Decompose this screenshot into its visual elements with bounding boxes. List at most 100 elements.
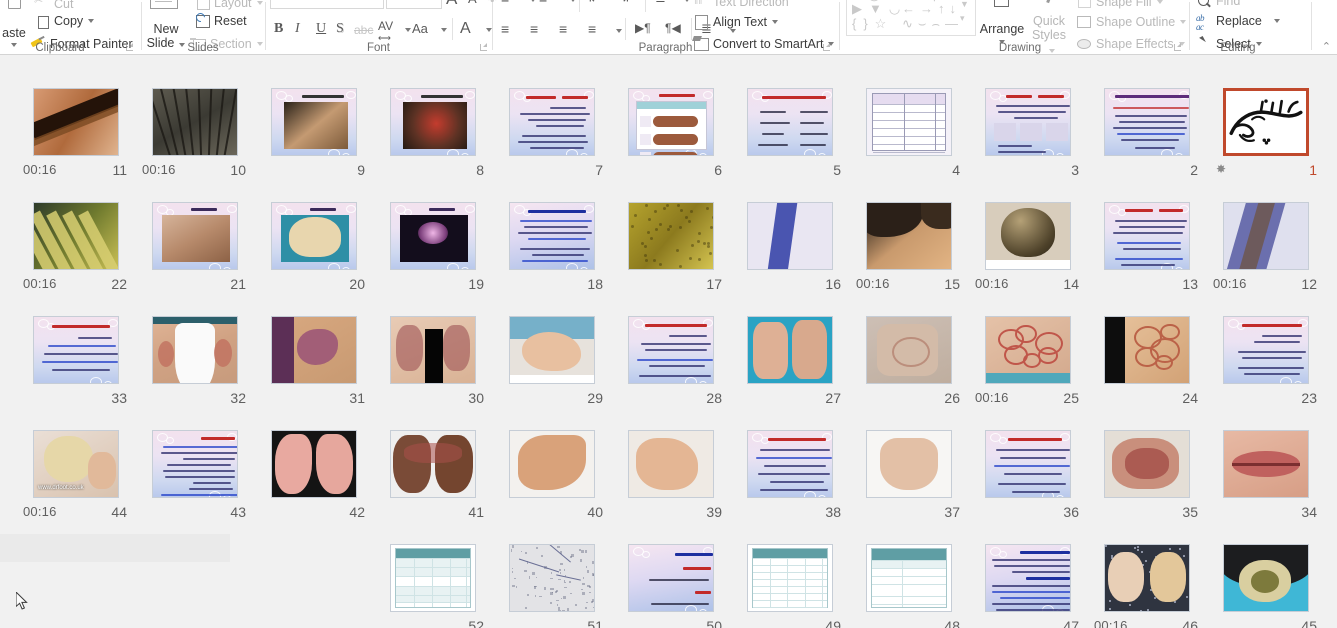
font-dialog-launcher[interactable] (480, 43, 489, 52)
slide-thumbnail-41[interactable] (390, 430, 476, 498)
slide-thumbnail-30[interactable] (390, 316, 476, 384)
slide-thumbnail-14[interactable] (985, 202, 1071, 270)
slide-thumbnail-cell[interactable]: 8 (378, 88, 488, 182)
shrink-font-button[interactable]: A (468, 0, 477, 5)
slide-thumbnail-10[interactable] (152, 88, 238, 156)
slide-thumbnail-26[interactable] (866, 316, 952, 384)
slide-thumbnail-8[interactable] (390, 88, 476, 156)
slide-thumbnail-cell[interactable]: 7 (497, 88, 607, 182)
slide-thumbnail-4[interactable] (866, 88, 952, 156)
slide-thumbnail-cell[interactable]: 52 (378, 544, 488, 628)
slide-thumbnail-43[interactable] (152, 430, 238, 498)
slide-thumbnail-44[interactable]: www.drfoot.co.uk (33, 430, 119, 498)
shapes-row-2[interactable]: ▶▼◡ (852, 1, 907, 17)
slide-thumbnail-cell[interactable]: 00:16 15 (854, 202, 964, 296)
slide-thumbnail-2[interactable] (1104, 88, 1190, 156)
text-direction-button[interactable]: ‖‖ Text Direction (693, 0, 789, 10)
slide-thumbnail-28[interactable] (628, 316, 714, 384)
shapes-scroll-down-icon[interactable]: ▼ (960, 0, 969, 9)
increase-indent-button[interactable]: ⇥ (617, 0, 629, 5)
slide-thumbnail-33[interactable] (33, 316, 119, 384)
slide-thumbnail-cell[interactable]: 49 (735, 544, 845, 628)
slide-thumbnail-35[interactable] (1104, 430, 1190, 498)
slide-thumbnail-cell[interactable]: 26 (854, 316, 964, 410)
slide-thumbnail-cell[interactable]: 24 (1092, 316, 1202, 410)
slide-thumbnail-cell[interactable]: 30 (378, 316, 488, 410)
slide-thumbnail-40[interactable] (509, 430, 595, 498)
slide-thumbnail-21[interactable] (152, 202, 238, 270)
slide-thumbnail-1[interactable] (1223, 88, 1309, 156)
slide-thumbnail-47[interactable] (985, 544, 1071, 612)
slide-thumbnail-20[interactable] (271, 202, 357, 270)
find-button[interactable]: Find (1196, 0, 1240, 9)
paragraph-dialog-launcher[interactable] (823, 43, 832, 52)
decrease-indent-button[interactable]: ⇤ (589, 0, 601, 5)
drawing-dialog-launcher[interactable] (1174, 43, 1183, 52)
slide-thumbnail-19[interactable] (390, 202, 476, 270)
slide-thumbnail-48[interactable] (866, 544, 952, 612)
ltr-direction-button[interactable]: ▶¶ (635, 22, 651, 34)
slide-thumbnail-cell[interactable]: 39 (616, 430, 726, 524)
slide-thumbnail-50[interactable] (628, 544, 714, 612)
slide-thumbnail-cell[interactable]: 00:16 12 (1211, 202, 1321, 296)
align-left-button[interactable]: ≡ (501, 22, 509, 36)
slide-thumbnail-cell[interactable]: 48 (854, 544, 964, 628)
shapes-more-icon[interactable]: ▾ (960, 13, 965, 24)
slide-thumbnail-24[interactable] (1104, 316, 1190, 384)
slide-thumbnail-cell[interactable]: 50 (616, 544, 726, 628)
animation-star-icon[interactable]: ✸ (1216, 162, 1226, 176)
replace-button[interactable]: ab ac Replace (1196, 13, 1280, 29)
slide-thumbnail-cell[interactable]: 33 (21, 316, 131, 410)
slide-thumbnail-cell[interactable]: 28 (616, 316, 726, 410)
slide-thumbnail-cell[interactable]: 41 (378, 430, 488, 524)
slide-thumbnail-15[interactable] (866, 202, 952, 270)
strikethrough-button[interactable]: abc (354, 24, 373, 36)
slide-thumbnail-cell[interactable]: 17 (616, 202, 726, 296)
slide-thumbnail-cell[interactable]: 29 (497, 316, 607, 410)
shapes-row-3[interactable]: {}☆ (852, 16, 893, 32)
slide-thumbnail-22[interactable] (33, 202, 119, 270)
slide-thumbnail-16[interactable] (747, 202, 833, 270)
slide-thumbnail-34[interactable] (1223, 430, 1309, 498)
slide-thumbnail-cell[interactable]: 23 (1211, 316, 1321, 410)
slide-thumbnail-cell[interactable]: 00:16 11 (21, 88, 131, 182)
slide-thumbnail-cell[interactable]: 27 (735, 316, 845, 410)
slide-thumbnail-cell[interactable]: ✸ 1 (1211, 88, 1321, 182)
line-spacing-button[interactable]: ≣ (655, 0, 666, 4)
slide-thumbnail-cell[interactable]: 21 (140, 202, 250, 296)
slide-thumbnail-cell[interactable]: 20 (259, 202, 369, 296)
slide-thumbnail-5[interactable] (747, 88, 833, 156)
slide-sorter-pane[interactable]: 00:16 11 00:16 10 9 8 7 6 5 4 3 2 ✸ 1 00… (0, 55, 1337, 628)
shape-fill-button[interactable]: Shape Fill (1076, 0, 1163, 10)
slide-thumbnail-29[interactable] (509, 316, 595, 384)
grow-font-button[interactable]: A (446, 0, 457, 7)
slide-thumbnail-32[interactable] (152, 316, 238, 384)
shapes-row-6[interactable]: ∿⌣⌢— (902, 16, 963, 32)
slide-thumbnail-cell[interactable]: 45 (1211, 544, 1321, 628)
underline-button[interactable]: U (316, 22, 326, 36)
font-name-combo[interactable] (270, 0, 384, 9)
slide-thumbnail-cell[interactable]: 6 (616, 88, 726, 182)
slide-thumbnail-42[interactable] (271, 430, 357, 498)
bullets-button[interactable]: ≡ (501, 0, 509, 5)
slide-thumbnail-cell[interactable]: 42 (259, 430, 369, 524)
slide-thumbnail-cell[interactable]: 00:16 22 (21, 202, 131, 296)
slide-thumbnail-11[interactable] (33, 88, 119, 156)
align-center-button[interactable]: ≡ (530, 22, 538, 36)
slide-thumbnail-3[interactable] (985, 88, 1071, 156)
justify-button[interactable]: ≡ (588, 22, 596, 36)
layout-button[interactable]: Layout (194, 0, 263, 11)
slide-thumbnail-cell[interactable]: 40 (497, 430, 607, 524)
cut-button[interactable]: ✂ Cut (34, 0, 73, 12)
slide-thumbnail-cell[interactable]: 5 (735, 88, 845, 182)
collapse-ribbon-icon[interactable]: ⌃ (1322, 40, 1331, 53)
font-color-button[interactable]: A (460, 21, 471, 37)
slide-thumbnail-46[interactable] (1104, 544, 1190, 612)
slide-thumbnail-17[interactable] (628, 202, 714, 270)
reset-button[interactable]: Reset (194, 13, 247, 29)
character-spacing-button[interactable]: AV (378, 20, 393, 32)
text-shadow-button[interactable]: S (336, 22, 344, 36)
slide-thumbnail-23[interactable] (1223, 316, 1309, 384)
shape-outline-button[interactable]: Shape Outline (1076, 14, 1186, 30)
slide-thumbnail-cell[interactable]: 00:16 14 (973, 202, 1083, 296)
